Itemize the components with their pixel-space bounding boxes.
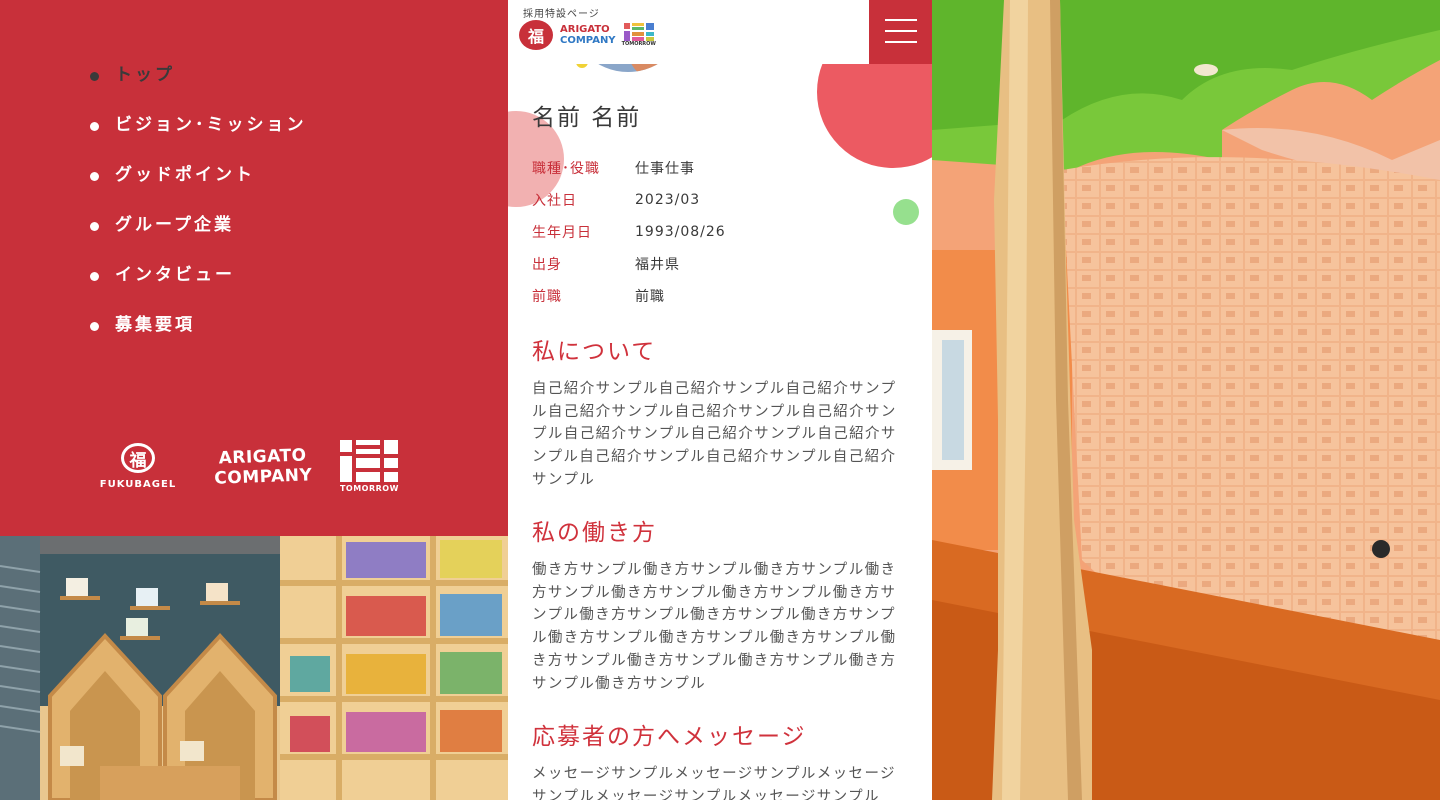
header-caption: 採用特設ページ	[523, 9, 600, 20]
section-about-me: 私について 自己紹介サンプル自己紹介サンプル自己紹介サンプル自己紹介サンプル自己…	[532, 332, 906, 492]
info-row: 生年月日 1993/08/26	[532, 216, 726, 248]
site-nav: トップ ビジョン･ミッション グッドポイント グループ企業 インタビュー 募集要…	[90, 62, 307, 362]
section-title: 私の働き方	[532, 520, 657, 546]
fuku-mark-icon: 福	[519, 20, 553, 50]
nav-item-label: ビジョン･ミッション	[115, 115, 307, 135]
section-body: 自己紹介サンプル自己紹介サンプル自己紹介サンプル自己紹介サンプル自己紹介サンプル…	[532, 381, 897, 488]
arigato-line1: ARIGATO	[218, 444, 307, 469]
arigato-line1: ARIGATO	[560, 24, 610, 35]
info-value: 前職	[635, 289, 665, 305]
tomorrow-logo[interactable]: TOMORROW	[340, 440, 399, 493]
nav-item-label: グッドポイント	[115, 165, 255, 185]
info-value: 2023/03	[635, 192, 701, 208]
arigato-company-logo: ARIGATO COMPANY	[560, 24, 616, 46]
info-row: 入社日 2023/03	[532, 184, 726, 216]
profile-column: 採用特設ページ 福 ARIGATO COMPANY TOMORROW 名前 名前…	[508, 0, 932, 800]
tree-room-illustration	[932, 0, 1440, 800]
hamburger-icon-line	[885, 41, 917, 43]
section-title: 応募者の方へメッセージ	[532, 724, 807, 750]
arigato-line2: COMPANY	[214, 464, 313, 489]
tree-room-photo	[932, 0, 1440, 800]
side-menu-panel: トップ ビジョン･ミッション グッドポイント グループ企業 インタビュー 募集要…	[0, 0, 508, 536]
nav-item-label: トップ	[115, 65, 175, 85]
group-logos: 福 FUKUBAGEL ARIGATO COMPANY TOMORROW	[96, 440, 399, 493]
arigato-line2: COMPANY	[560, 35, 616, 46]
profile-name: 名前 名前	[532, 105, 642, 131]
hamburger-icon-line	[885, 30, 917, 32]
info-row: 職種･役職 仕事仕事	[532, 152, 726, 184]
library-room-illustration	[0, 536, 508, 800]
tomorrow-grid-icon	[623, 23, 654, 41]
library-room-photo	[0, 536, 508, 800]
info-row: 出身 福井県	[532, 248, 726, 280]
hamburger-menu-button[interactable]	[869, 0, 932, 64]
nav-item-recruitment[interactable]: 募集要項	[90, 312, 307, 362]
bullet-icon	[90, 322, 99, 331]
nav-item-top[interactable]: トップ	[90, 62, 307, 112]
fuku-mark-icon: 福	[121, 443, 155, 473]
info-key: 生年月日	[532, 225, 592, 241]
nav-item-label: グループ企業	[115, 215, 234, 235]
nav-item-vision-mission[interactable]: ビジョン･ミッション	[90, 112, 307, 162]
tomorrow-text: TOMORROW	[339, 484, 399, 493]
section-title: 私について	[532, 339, 657, 365]
nav-item-label: 募集要項	[115, 315, 195, 335]
tomorrow-logo: TOMORROW	[622, 23, 656, 47]
fukubagel-logo[interactable]: 福 FUKUBAGEL	[96, 443, 180, 490]
nav-item-group-companies[interactable]: グループ企業	[90, 212, 307, 262]
section-body: メッセージサンプルメッセージサンプルメッセージサンプルメッセージサンプルメッセー…	[532, 766, 896, 800]
bullet-icon	[90, 172, 99, 181]
bullet-icon	[90, 122, 99, 131]
info-key: 入社日	[532, 193, 577, 209]
hamburger-icon	[885, 19, 917, 21]
info-key: 出身	[532, 257, 562, 273]
arigato-company-logo[interactable]: ARIGATO COMPANY	[213, 444, 313, 489]
fukubagel-text: FUKUBAGEL	[99, 479, 177, 490]
info-row: 前職 前職	[532, 280, 726, 312]
info-key: 職種･役職	[532, 161, 600, 177]
tomorrow-grid-icon	[340, 440, 399, 482]
info-value: 福井県	[635, 257, 680, 273]
nav-item-label: インタビュー	[115, 265, 235, 285]
nav-item-good-points[interactable]: グッドポイント	[90, 162, 307, 212]
profile-info-table: 職種･役職 仕事仕事 入社日 2023/03 生年月日 1993/08/26 出身 福井…	[532, 152, 726, 312]
site-header: 採用特設ページ 福 ARIGATO COMPANY TOMORROW	[508, 0, 932, 64]
bullet-icon	[90, 222, 99, 231]
bullet-icon	[90, 72, 99, 81]
tomorrow-text: TOMORROW	[621, 41, 656, 47]
info-key: 前職	[532, 289, 562, 305]
bullet-icon	[90, 272, 99, 281]
section-work-style: 私の働き方 働き方サンプル働き方サンプル働き方サンプル働き方サンプル働き方サンプ…	[532, 513, 906, 695]
section-body: 働き方サンプル働き方サンプル働き方サンプル働き方サンプル働き方サンプル働き方サン…	[532, 562, 897, 692]
header-logo[interactable]: 福 ARIGATO COMPANY TOMORROW	[519, 20, 656, 50]
info-value: 1993/08/26	[635, 224, 726, 240]
decor-circle-green	[893, 199, 919, 225]
info-value: 仕事仕事	[635, 161, 695, 177]
section-message: 応募者の方へメッセージ メッセージサンプルメッセージサンプルメッセージサンプルメ…	[532, 717, 906, 800]
nav-item-interview[interactable]: インタビュー	[90, 262, 307, 312]
